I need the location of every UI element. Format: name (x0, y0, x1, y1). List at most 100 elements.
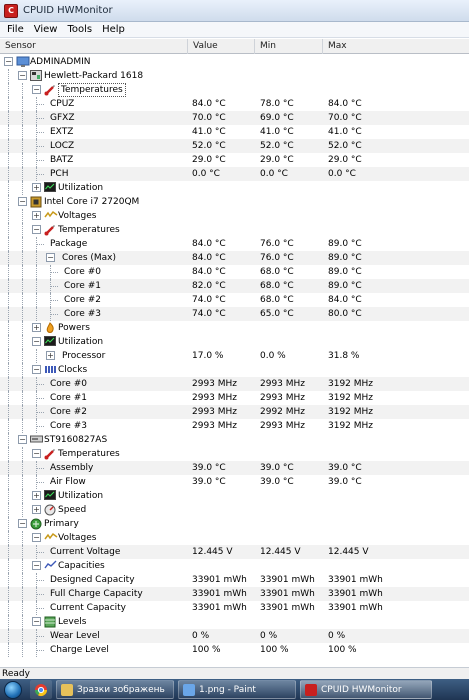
tree-row-core-2[interactable]: Core #2 2993 MHz 2992 MHz 3192 MHz (0, 405, 469, 419)
tree-row-voltages[interactable]: − Voltages (0, 531, 469, 545)
sensor-label: Clocks (58, 365, 88, 375)
tree-row-speed[interactable]: + Speed (0, 503, 469, 517)
tree-row-cores-max[interactable]: − Cores (Max) 84.0 °C 76.0 °C 89.0 °C (0, 251, 469, 265)
sensor-value: 0.0 °C (192, 169, 220, 179)
sensor-tree[interactable]: − ADMINADMIN − Hewlett-Packard 1618− Tempera… (0, 55, 469, 667)
tree-row-primary[interactable]: − Primary (0, 517, 469, 531)
sensor-label: Hewlett-Packard 1618 (44, 71, 144, 81)
expand-toggle[interactable]: + (32, 323, 41, 332)
tree-guide-line (22, 363, 23, 377)
tree-row-utilization[interactable]: − Utilization (0, 335, 469, 349)
tree-row-current-voltage[interactable]: Current Voltage 12.445 V 12.445 V 12.445 V (0, 545, 469, 559)
menu-view[interactable]: View (29, 22, 63, 38)
tree-guide-line (8, 321, 9, 335)
tree-row-full-charge-capacity[interactable]: Full Charge Capacity 33901 mWh 33901 mWh 33… (0, 587, 469, 601)
tree-row-core-2[interactable]: Core #2 74.0 °C 68.0 °C 84.0 °C (0, 293, 469, 307)
tree-row-core-1[interactable]: Core #1 82.0 °C 68.0 °C 89.0 °C (0, 279, 469, 293)
collapse-toggle[interactable]: − (32, 85, 41, 94)
collapse-toggle[interactable]: − (18, 71, 27, 80)
tree-row-wear-level[interactable]: Wear Level 0 % 0 % 0 % (0, 629, 469, 643)
column-max[interactable]: Max (323, 39, 469, 54)
sensor-value: 29.0 °C (192, 155, 226, 165)
expand-toggle[interactable]: + (32, 491, 41, 500)
tree-row-core-3[interactable]: Core #3 74.0 °C 65.0 °C 80.0 °C (0, 307, 469, 321)
tree-row-designed-capacity[interactable]: Designed Capacity 33901 mWh 33901 mWh 33901… (0, 573, 469, 587)
collapse-toggle[interactable]: − (32, 337, 41, 346)
tree-guide-line (8, 111, 9, 125)
tree-guide-line (22, 531, 23, 545)
menu-help[interactable]: Help (97, 22, 130, 38)
collapse-toggle[interactable]: − (32, 617, 41, 626)
tree-guide-line (22, 615, 23, 629)
tree-row-powers[interactable]: + Powers (0, 321, 469, 335)
taskbar-button-hwmonitor[interactable]: CPUID HWMonitor (300, 680, 432, 699)
tree-row-clocks[interactable]: − Clocks (0, 363, 469, 377)
tree-guide-line (22, 83, 23, 97)
tree-guide-line (8, 377, 9, 391)
tree-row-core-0[interactable]: Core #0 2993 MHz 2993 MHz 3192 MHz (0, 377, 469, 391)
taskbar-button-folder[interactable]: Зразки зображень (56, 680, 174, 699)
tree-row-gfxz[interactable]: GFXZ 70.0 °C 69.0 °C 70.0 °C (0, 111, 469, 125)
tree-row-locz[interactable]: LOCZ 52.0 °C 52.0 °C 52.0 °C (0, 139, 469, 153)
tree-row-temperatures[interactable]: − Temperatures (0, 223, 469, 237)
tree-guide-line (22, 223, 23, 237)
collapse-toggle[interactable]: − (32, 533, 41, 542)
collapse-toggle[interactable]: − (32, 225, 41, 234)
collapse-toggle[interactable]: − (4, 57, 13, 66)
tree-row-voltages[interactable]: + Voltages (0, 209, 469, 223)
tree-row-air-flow[interactable]: Air Flow 39.0 °C 39.0 °C 39.0 °C (0, 475, 469, 489)
tree-row-core-0[interactable]: Core #0 84.0 °C 68.0 °C 89.0 °C (0, 265, 469, 279)
tree-row-hewlett-packard-1618[interactable]: − Hewlett-Packard 1618 (0, 69, 469, 83)
tree-row-package[interactable]: Package 84.0 °C 76.0 °C 89.0 °C (0, 237, 469, 251)
tree-row-batz[interactable]: BATZ 29.0 °C 29.0 °C 29.0 °C (0, 153, 469, 167)
menu-tools[interactable]: Tools (62, 22, 97, 38)
column-sensor[interactable]: Sensor (0, 39, 188, 54)
tree-row-temperatures[interactable]: − Temperatures (0, 83, 469, 97)
expand-toggle[interactable]: + (46, 351, 55, 360)
tree-row-extz[interactable]: EXTZ 41.0 °C 41.0 °C 41.0 °C (0, 125, 469, 139)
tree-row-current-capacity[interactable]: Current Capacity 33901 mWh 33901 mWh 33901 … (0, 601, 469, 615)
collapse-toggle[interactable]: − (18, 519, 27, 528)
tree-row-intel-core-i7-2720qm[interactable]: − Intel Core i7 2720QM (0, 195, 469, 209)
collapse-toggle[interactable]: − (32, 365, 41, 374)
tree-row-processor[interactable]: + Processor 17.0 % 0.0 % 31.8 % (0, 349, 469, 363)
voltage-icon (44, 532, 58, 543)
sensor-label: Voltages (58, 533, 97, 543)
tree-branch-line (36, 650, 44, 651)
collapse-toggle[interactable]: − (32, 449, 41, 458)
tree-row-adminadmin[interactable]: − ADMINADMIN (0, 55, 469, 69)
expand-toggle[interactable]: + (32, 183, 41, 192)
tree-guide-line (8, 447, 9, 461)
tree-row-utilization[interactable]: + Utilization (0, 181, 469, 195)
tree-guide-line (22, 181, 23, 195)
collapse-toggle[interactable]: − (18, 197, 27, 206)
start-button[interactable] (0, 679, 26, 700)
collapse-toggle[interactable]: − (32, 561, 41, 570)
taskbar-button-paint[interactable]: 1.png - Paint (178, 680, 296, 699)
expand-toggle[interactable]: + (32, 505, 41, 514)
sensor-value: 0 % (192, 631, 210, 641)
sensor-value: 33901 mWh (192, 589, 247, 599)
collapse-toggle[interactable]: − (18, 435, 27, 444)
tree-row-cpuz[interactable]: CPUZ 84.0 °C 78.0 °C 84.0 °C (0, 97, 469, 111)
tree-row-pch[interactable]: PCH 0.0 °C 0.0 °C 0.0 °C (0, 167, 469, 181)
tree-row-utilization[interactable]: + Utilization (0, 489, 469, 503)
tree-row-levels[interactable]: − Levels (0, 615, 469, 629)
app-icon: C (4, 3, 18, 18)
tree-row-charge-level[interactable]: Charge Level 100 % 100 % 100 % (0, 643, 469, 657)
chrome-taskbar-icon[interactable] (30, 680, 52, 699)
sensor-label: Intel Core i7 2720QM (44, 197, 140, 207)
tree-guide-line (8, 125, 9, 139)
column-value[interactable]: Value (188, 39, 255, 54)
menu-file[interactable]: File (2, 22, 29, 38)
expand-toggle[interactable]: + (32, 211, 41, 220)
tree-row-temperatures[interactable]: − Temperatures (0, 447, 469, 461)
tree-row-capacities[interactable]: − Capacities (0, 559, 469, 573)
collapse-toggle[interactable]: − (46, 253, 55, 262)
column-min[interactable]: Min (255, 39, 323, 54)
tree-row-core-1[interactable]: Core #1 2993 MHz 2993 MHz 3192 MHz (0, 391, 469, 405)
tree-row-core-3[interactable]: Core #3 2993 MHz 2993 MHz 3192 MHz (0, 419, 469, 433)
tree-row-assembly[interactable]: Assembly 39.0 °C 39.0 °C 39.0 °C (0, 461, 469, 475)
sensor-min: 68.0 °C (260, 267, 294, 277)
tree-row-st9160827as[interactable]: − ST9160827AS (0, 433, 469, 447)
